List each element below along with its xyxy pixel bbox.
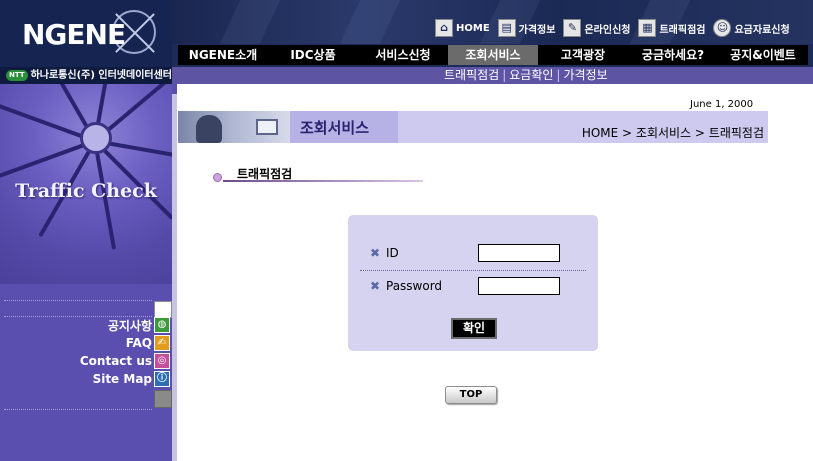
section-heading: 트래픽점검 bbox=[213, 164, 423, 188]
traffic-icon: ▦ bbox=[638, 19, 657, 37]
company-badge: NTT bbox=[6, 70, 28, 81]
notice-icon: ◍ bbox=[154, 317, 170, 333]
sidebar-link-faq[interactable]: FAQ ✍ bbox=[0, 334, 172, 352]
top-link-home[interactable]: ⌂ HOME bbox=[435, 18, 490, 38]
sidebar-links: 공지사항 ◍ FAQ ✍ Contact us ◎ Site Map ⓘ bbox=[0, 316, 172, 388]
sidebar-edge bbox=[172, 94, 177, 461]
top-link-label: HOME bbox=[456, 22, 490, 34]
main-nav: NGENE소개 IDC상품 서비스신청 조회서비스 고객광장 궁금하세요? 공지… bbox=[178, 45, 808, 65]
sub-nav-price-info[interactable]: 가격정보 bbox=[563, 68, 607, 82]
dotted-divider bbox=[4, 300, 152, 301]
id-row: ✖ ID bbox=[370, 243, 580, 263]
top-link-traffic[interactable]: ▦ 트래픽점검 bbox=[638, 18, 705, 38]
network-hub-icon bbox=[80, 122, 112, 154]
nav-item-questions[interactable]: 궁금하세요? bbox=[628, 45, 718, 65]
price-icon: ▤ bbox=[497, 19, 516, 37]
password-row: ✖ Password bbox=[370, 276, 580, 296]
sitemap-icon: ⓘ bbox=[154, 371, 170, 387]
sidebar-link-notice[interactable]: 공지사항 ◍ bbox=[0, 316, 172, 334]
nav-item-inquiry-service[interactable]: 조회서비스 bbox=[448, 45, 538, 65]
password-label: Password bbox=[386, 279, 443, 293]
sidebar-box-bottom bbox=[154, 390, 172, 408]
sidebar-link-label: FAQ bbox=[125, 336, 152, 350]
nav-item-about[interactable]: NGENE소개 bbox=[178, 45, 268, 65]
sub-nav-separator: | bbox=[556, 68, 561, 82]
sidebar-title: Traffic Check bbox=[15, 180, 157, 202]
sub-nav-fee-check[interactable]: 요금확인 bbox=[509, 68, 553, 82]
top-button[interactable]: TOP bbox=[445, 386, 497, 404]
sidebar-link-label: Site Map bbox=[92, 372, 152, 386]
login-form: ✖ ID ✖ Password 확인 bbox=[348, 215, 598, 351]
page-banner: 조회서비스 HOME > 조회서비스 > 트래픽점검 bbox=[178, 111, 768, 143]
cross-bullet-icon: ✖ bbox=[370, 279, 381, 293]
nav-item-service-apply[interactable]: 서비스신청 bbox=[358, 45, 448, 65]
current-date: June 1, 2000 bbox=[690, 99, 754, 110]
id-input[interactable] bbox=[478, 244, 560, 262]
heading-bullet-icon bbox=[213, 173, 222, 182]
sub-nav-traffic-check[interactable]: 트래픽점검 bbox=[444, 68, 499, 82]
sidebar-link-contact[interactable]: Contact us ◎ bbox=[0, 352, 172, 370]
top-link-label: 트래픽점검 bbox=[659, 24, 706, 36]
site-logo[interactable]: NGENE bbox=[22, 18, 126, 51]
person-image bbox=[196, 115, 222, 143]
logo-area[interactable]: NGENE bbox=[0, 0, 172, 67]
nav-item-notice-event[interactable]: 공지&이벤트 bbox=[718, 45, 808, 65]
id-label: ID bbox=[386, 246, 399, 260]
sidebar-cables-image: Traffic Check bbox=[0, 84, 172, 284]
top-links: ⌂ HOME ▤ 가격정보 ✎ 온라인신청 ▦ 트래픽점검 ☺ 요금자료신청 bbox=[435, 18, 790, 38]
dotted-divider bbox=[4, 409, 152, 410]
password-input[interactable] bbox=[478, 277, 560, 295]
top-link-label: 온라인신청 bbox=[584, 24, 631, 36]
sub-nav-separator: | bbox=[502, 68, 507, 82]
banner-title: 조회서비스 bbox=[300, 119, 370, 137]
billing-icon: ☺ bbox=[713, 19, 732, 37]
sidebar: Traffic Check 공지사항 ◍ FAQ ✍ Contact us ◎ … bbox=[0, 84, 177, 461]
online-apply-icon: ✎ bbox=[563, 19, 582, 37]
faq-icon: ✍ bbox=[154, 335, 170, 351]
sidebar-link-sitemap[interactable]: Site Map ⓘ bbox=[0, 370, 172, 388]
top-link-price[interactable]: ▤ 가격정보 bbox=[497, 18, 556, 38]
contact-icon: ◎ bbox=[154, 353, 170, 369]
top-link-online-apply[interactable]: ✎ 온라인신청 bbox=[563, 18, 630, 38]
sidebar-link-label: 공지사항 bbox=[107, 318, 152, 333]
sub-nav: 트래픽점검 | 요금확인 | 가격정보 bbox=[172, 67, 813, 84]
nav-item-idc-products[interactable]: IDC상품 bbox=[268, 45, 358, 65]
monitor-image bbox=[256, 119, 278, 135]
form-divider bbox=[360, 270, 586, 271]
nav-item-customer-plaza[interactable]: 고객광장 bbox=[538, 45, 628, 65]
section-title: 트래픽점검 bbox=[237, 167, 293, 181]
top-link-billing[interactable]: ☺ 요금자료신청 bbox=[713, 18, 790, 38]
company-bar: NTT 하나로통신(주) 인터넷데이터센터 bbox=[0, 67, 172, 84]
cross-bullet-icon: ✖ bbox=[370, 246, 381, 260]
company-name: 하나로통신(주) 인터넷데이터센터 bbox=[30, 70, 173, 81]
top-link-label: 요금자료신청 bbox=[734, 24, 790, 36]
top-link-label: 가격정보 bbox=[518, 24, 556, 36]
confirm-button[interactable]: 확인 bbox=[451, 318, 497, 339]
site-header: NGENE NTT 하나로통신(주) 인터넷데이터센터 ⌂ HOME ▤ 가격정보… bbox=[0, 0, 813, 84]
banner-photo bbox=[178, 111, 290, 143]
breadcrumb: HOME > 조회서비스 > 트래픽점검 bbox=[581, 126, 764, 140]
sidebar-link-label: Contact us bbox=[79, 354, 152, 368]
home-icon: ⌂ bbox=[435, 19, 453, 37]
